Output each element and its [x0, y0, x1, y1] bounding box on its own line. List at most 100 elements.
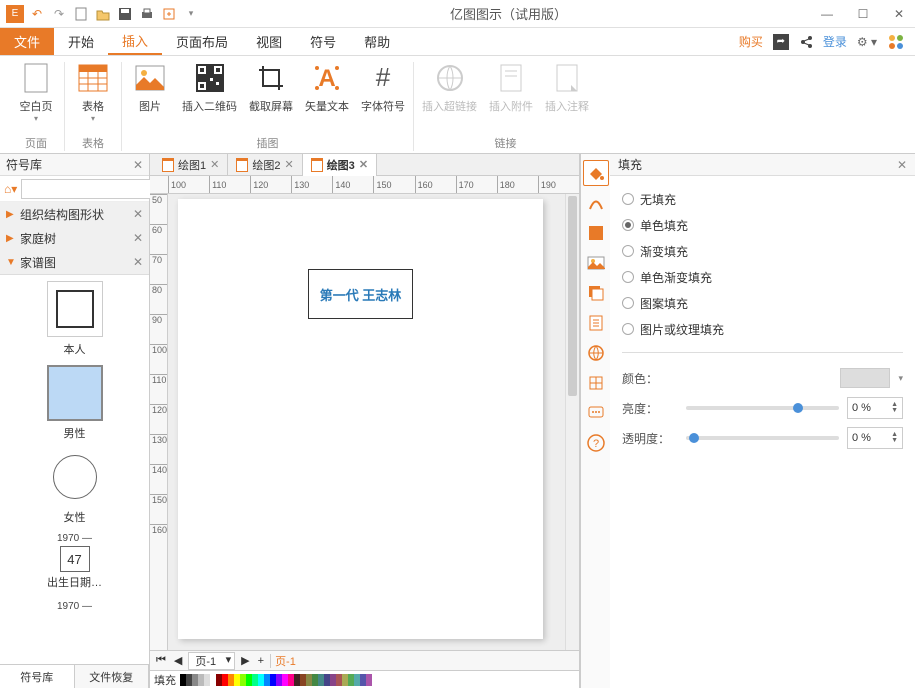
close-icon[interactable]: ✕	[284, 158, 293, 171]
close-icon[interactable]: ✕	[133, 255, 143, 269]
canvas[interactable]: 第一代 王志林	[168, 194, 565, 650]
ruler-horizontal: 100110120130140150160170180190	[150, 176, 579, 194]
undo-icon[interactable]: ↶	[28, 5, 46, 23]
page-prev[interactable]: ◀	[172, 654, 184, 667]
close-icon[interactable]: ✕	[210, 158, 219, 171]
svg-text:#: #	[376, 64, 391, 92]
page-next[interactable]: ▶	[239, 654, 251, 667]
export-icon[interactable]	[160, 5, 178, 23]
link-tool-icon[interactable]	[583, 340, 609, 366]
fill-option-gradient[interactable]: 渐变填充	[622, 238, 903, 264]
page-select[interactable]: 页-1▾	[188, 652, 235, 670]
minimize-button[interactable]: —	[817, 5, 837, 23]
document-tabs: 绘图1✕ 绘图2✕ 绘图3✕	[150, 154, 579, 176]
close-icon[interactable]: ✕	[359, 158, 368, 171]
new-icon[interactable]	[72, 5, 90, 23]
canvas-area: 绘图1✕ 绘图2✕ 绘图3✕ 1001101201301401501601701…	[150, 154, 580, 688]
scrollbar-vertical[interactable]	[565, 194, 579, 650]
page-tool-icon[interactable]	[583, 310, 609, 336]
brightness-slider[interactable]	[686, 406, 839, 410]
home-icon[interactable]: ⌂▾	[4, 179, 17, 199]
symbol-tool-icon[interactable]	[583, 370, 609, 396]
opacity-slider[interactable]	[686, 436, 839, 440]
doc-tab-3[interactable]: 绘图3✕	[303, 154, 377, 176]
line-tool-icon[interactable]	[583, 190, 609, 216]
doc-icon	[162, 158, 174, 172]
logo-icon[interactable]	[887, 33, 905, 51]
doc-icon	[236, 158, 248, 172]
color-palette[interactable]	[180, 674, 372, 686]
login-button[interactable]: 登录	[823, 33, 847, 50]
fill-option-mono-gradient[interactable]: 单色渐变填充	[622, 264, 903, 290]
ribbon-hyperlink: 插入超链接	[422, 62, 477, 133]
table-icon	[77, 62, 109, 94]
fill-tool-icon[interactable]	[583, 160, 609, 186]
page-add[interactable]: +	[256, 655, 266, 667]
shape-date2[interactable]: 1970 —	[8, 601, 141, 612]
close-button[interactable]: ✕	[889, 5, 909, 23]
fill-option-texture[interactable]: 图片或纹理填充	[622, 316, 903, 342]
help-tool-icon[interactable]: ?	[583, 430, 609, 456]
menu-help[interactable]: 帮助	[350, 28, 404, 55]
accordion-org-shapes[interactable]: ▶ 组织结构图形状 ✕	[0, 202, 149, 226]
share-button[interactable]	[799, 35, 813, 49]
fill-option-pattern[interactable]: 图案填充	[622, 290, 903, 316]
vector-text-icon: A	[311, 62, 343, 94]
accordion-family-tree[interactable]: ▶ 家庭树 ✕	[0, 226, 149, 250]
shape-male[interactable]: 男性	[8, 365, 141, 441]
print-icon[interactable]	[138, 5, 156, 23]
accordion-genealogy[interactable]: ▼ 家谱图 ✕	[0, 250, 149, 274]
menu-file[interactable]: 文件	[0, 28, 54, 55]
hyperlink-icon	[434, 62, 466, 94]
shape-tool-icon[interactable]	[583, 220, 609, 246]
comment-tool-icon[interactable]	[583, 400, 609, 426]
page-first[interactable]: ⏮	[154, 654, 168, 667]
ribbon-vector-text[interactable]: A 矢量文本	[305, 62, 349, 133]
ribbon-table[interactable]: 表格 ▾	[73, 62, 113, 133]
ribbon-screenshot[interactable]: 截取屏幕	[249, 62, 293, 133]
chevron-right-icon: ▶	[6, 233, 16, 244]
close-icon[interactable]: ✕	[897, 158, 907, 172]
redo-icon[interactable]: ↷	[50, 5, 68, 23]
canvas-page[interactable]: 第一代 王志林	[178, 199, 543, 639]
ribbon-font-symbol[interactable]: # 字体符号	[361, 62, 405, 133]
color-picker[interactable]	[840, 368, 890, 388]
export-button[interactable]: ➦	[773, 34, 789, 50]
close-icon[interactable]: ✕	[133, 207, 143, 221]
doc-tab-1[interactable]: 绘图1✕	[154, 154, 228, 176]
save-icon[interactable]	[116, 5, 134, 23]
ribbon-qrcode[interactable]: 插入二维码	[182, 62, 237, 133]
ribbon-image[interactable]: 图片	[130, 62, 170, 133]
symbol-library-panel: 符号库 ✕ ⌂▾ 🔍 ▶ 组织结构图形状 ✕ ▶ 家庭树 ✕ ▼ 家谱图 ✕	[0, 154, 150, 688]
ribbon-blank-page[interactable]: 空白页 ▾	[16, 62, 56, 133]
shape-female[interactable]: 女性	[8, 449, 141, 525]
menu-page-layout[interactable]: 页面布局	[162, 28, 242, 55]
app-icon[interactable]: E	[6, 5, 24, 23]
doc-tab-2[interactable]: 绘图2✕	[228, 154, 302, 176]
canvas-node[interactable]: 第一代 王志林	[308, 269, 413, 319]
crop-icon	[255, 62, 287, 94]
tab-symbol-library[interactable]: 符号库	[0, 665, 75, 688]
fill-option-solid[interactable]: 单色填充	[622, 212, 903, 238]
brightness-spinner[interactable]: 0 %▲▼	[847, 397, 903, 419]
close-icon[interactable]: ✕	[133, 231, 143, 245]
shape-birthdate[interactable]: 1970 — 47 出生日期…	[8, 533, 141, 590]
maximize-button[interactable]: ☐	[853, 5, 873, 23]
opacity-spinner[interactable]: 0 %▲▼	[847, 427, 903, 449]
settings-icon[interactable]: ⚙ ▾	[857, 35, 877, 49]
qat-dropdown-icon[interactable]: ▾	[182, 5, 200, 23]
buy-button[interactable]: 购买	[739, 33, 763, 50]
shape-self[interactable]: 本人	[8, 281, 141, 357]
open-icon[interactable]	[94, 5, 112, 23]
page-current[interactable]: 页-1	[275, 653, 296, 669]
tab-file-recovery[interactable]: 文件恢复	[75, 665, 150, 688]
fill-option-none[interactable]: 无填充	[622, 186, 903, 212]
menu-view[interactable]: 视图	[242, 28, 296, 55]
chevron-down-icon[interactable]: ▾	[898, 373, 903, 384]
menu-insert[interactable]: 插入	[108, 28, 162, 55]
layer-tool-icon[interactable]	[583, 280, 609, 306]
image-tool-icon[interactable]	[583, 250, 609, 276]
close-icon[interactable]: ✕	[133, 158, 143, 172]
menu-start[interactable]: 开始	[54, 28, 108, 55]
menu-symbols[interactable]: 符号	[296, 28, 350, 55]
